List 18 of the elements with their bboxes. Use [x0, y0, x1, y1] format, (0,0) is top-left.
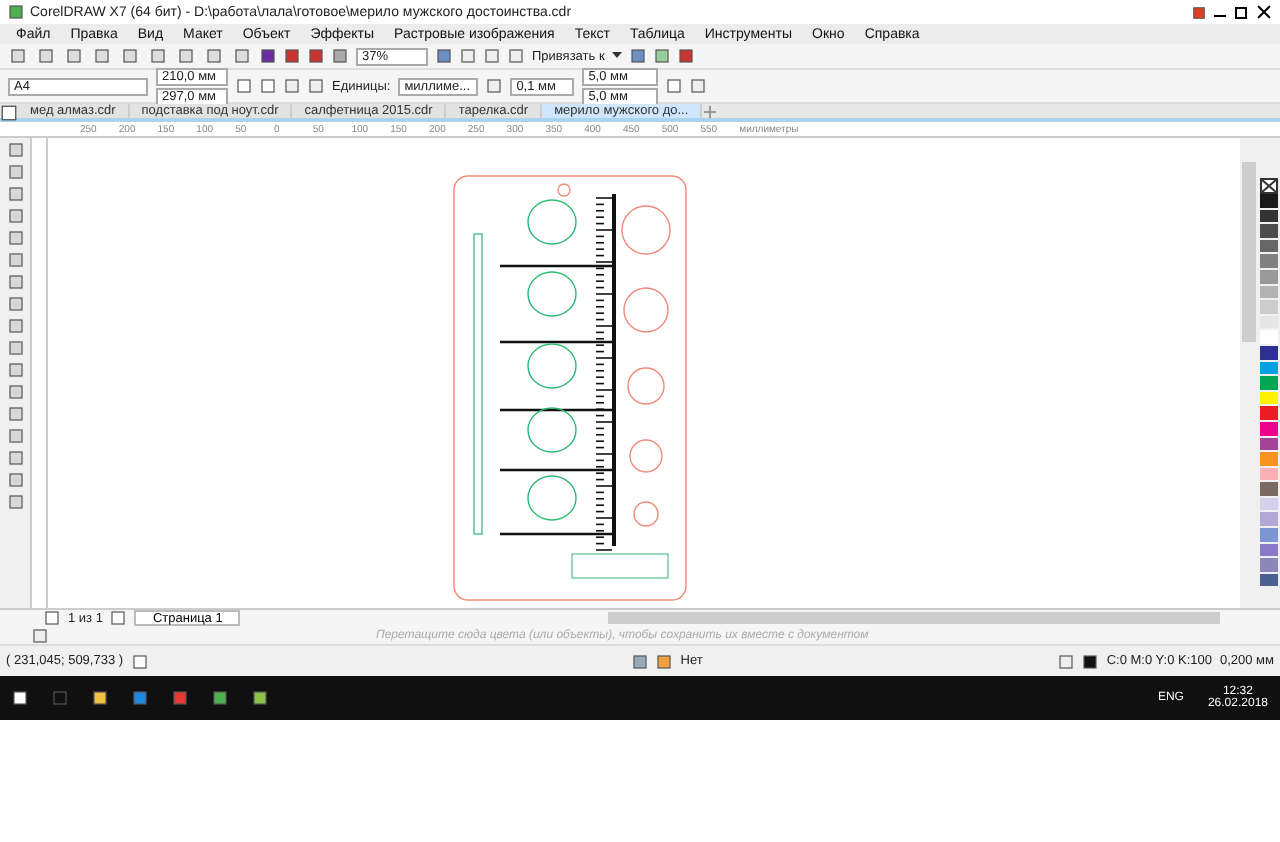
- color-swatch[interactable]: [1260, 512, 1278, 529]
- color-swatch[interactable]: [1260, 254, 1278, 270]
- horizontal-scrollbar[interactable]: [608, 612, 1220, 624]
- color-swatch[interactable]: [1260, 376, 1278, 392]
- restore-icon[interactable]: [1234, 4, 1250, 20]
- color-swatch[interactable]: [1260, 558, 1278, 574]
- color-swatch[interactable]: [1260, 330, 1278, 346]
- color-swatch[interactable]: [1260, 406, 1278, 422]
- color-swatch[interactable]: [1260, 194, 1278, 210]
- no-color-icon[interactable]: [1260, 178, 1278, 194]
- add-tab-icon[interactable]: [702, 104, 719, 120]
- color-swatch[interactable]: [1260, 482, 1278, 498]
- color-swatch[interactable]: [1260, 224, 1278, 240]
- color-swatch[interactable]: [1260, 528, 1278, 544]
- color-swatch[interactable]: [1260, 452, 1278, 468]
- close-icon[interactable]: [1256, 4, 1272, 20]
- caret-icon[interactable]: [612, 52, 623, 60]
- color-swatch[interactable]: [1260, 300, 1278, 316]
